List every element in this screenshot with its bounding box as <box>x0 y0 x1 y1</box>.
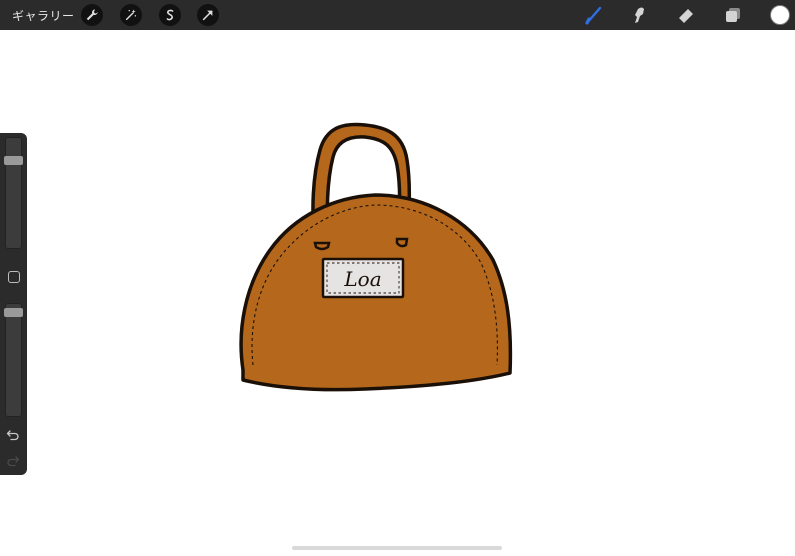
wrench-icon <box>86 9 98 21</box>
selection-button[interactable] <box>159 4 181 26</box>
actions-button[interactable] <box>81 4 103 26</box>
handle-end-right <box>395 237 409 248</box>
adjustments-button[interactable] <box>120 4 142 26</box>
eraser-icon <box>679 9 693 23</box>
home-indicator <box>292 546 502 550</box>
magic-wand-icon <box>125 9 137 21</box>
opacity-thumb[interactable] <box>4 308 23 317</box>
brush-icon <box>585 6 602 25</box>
canvas-artwork[interactable]: Loa <box>225 115 530 405</box>
undo-icon[interactable] <box>6 428 20 442</box>
opacity-slider[interactable] <box>4 303 23 417</box>
smudge-icon <box>635 7 644 23</box>
redo-icon[interactable] <box>6 454 20 468</box>
left-sidebar <box>0 133 27 475</box>
layers-button[interactable] <box>721 3 745 27</box>
procreate-app: ギャラリー Loa <box>0 0 795 556</box>
handle-end-left <box>313 241 331 251</box>
transform-button[interactable] <box>197 4 219 26</box>
color-picker-button[interactable] <box>770 5 790 25</box>
selection-s-icon <box>166 9 174 21</box>
brush-size-slider[interactable] <box>4 137 23 249</box>
brush-size-thumb[interactable] <box>4 156 23 165</box>
transform-arrow-icon <box>202 10 213 21</box>
top-toolbar: ギャラリー <box>0 0 795 30</box>
brush-button[interactable] <box>582 3 606 27</box>
modify-button[interactable] <box>8 271 20 283</box>
eraser-button[interactable] <box>674 3 698 27</box>
smudge-button[interactable] <box>627 3 651 27</box>
gallery-button[interactable]: ギャラリー <box>12 7 75 24</box>
layers-icon <box>726 8 740 22</box>
name-tag-text: Loa <box>343 267 381 291</box>
